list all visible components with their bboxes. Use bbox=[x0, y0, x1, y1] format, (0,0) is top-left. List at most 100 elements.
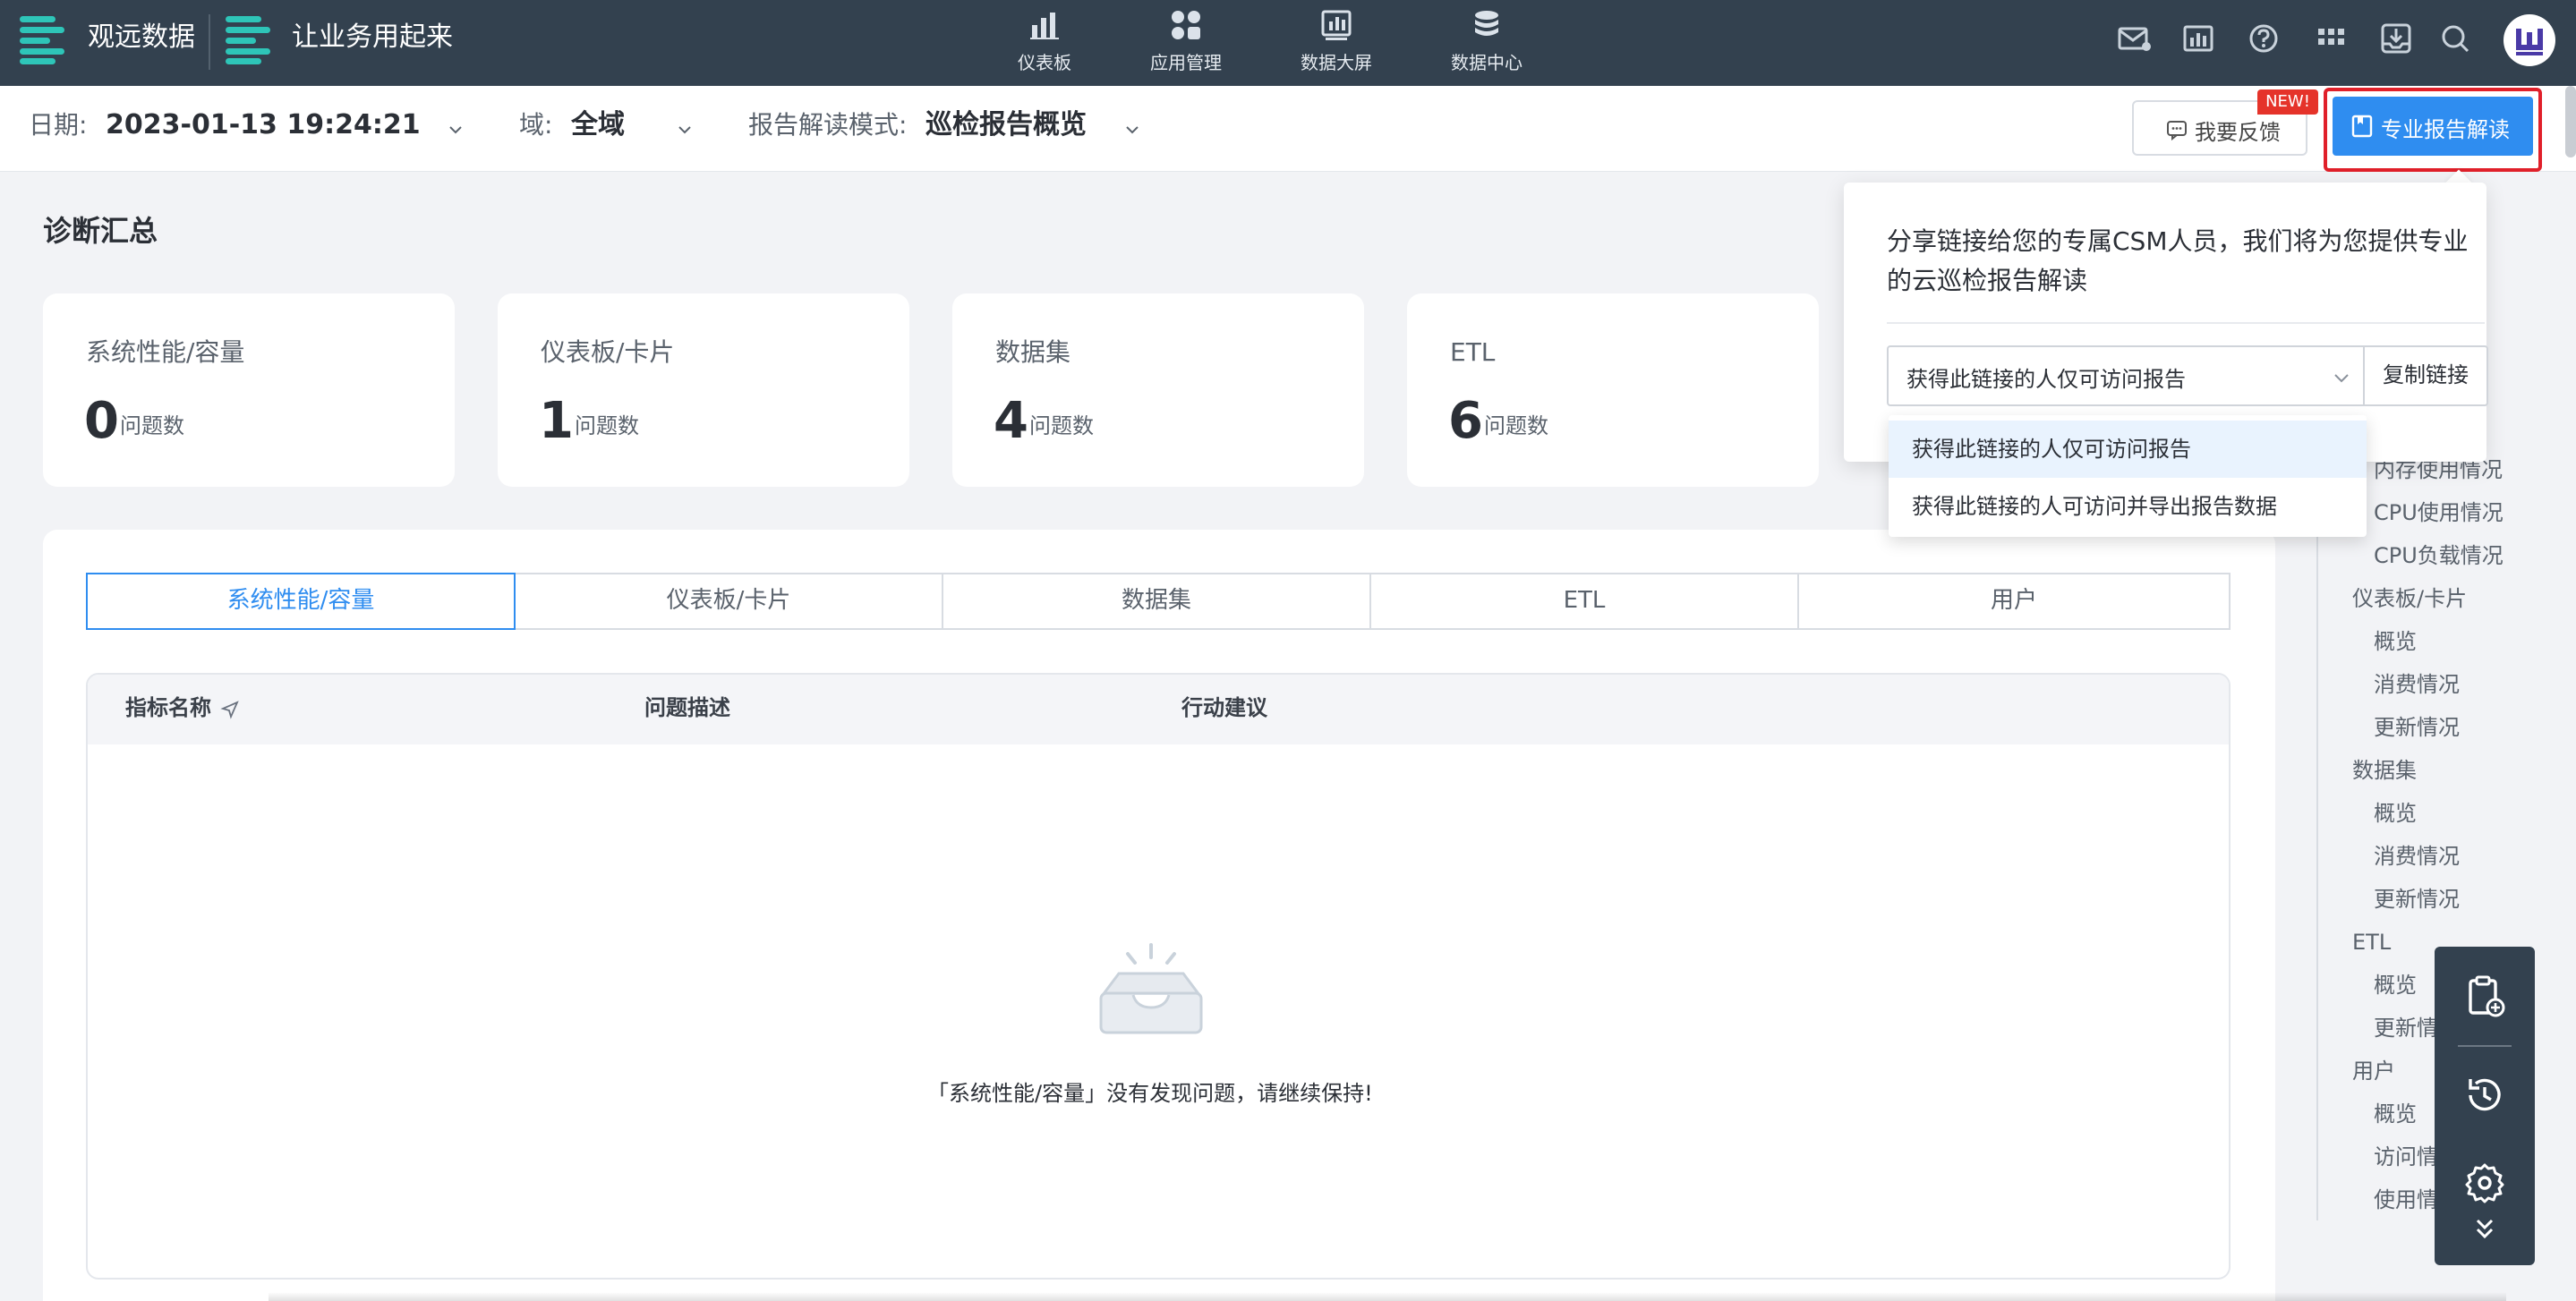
share-permission-value: 获得此链接的人仅可访问报告 bbox=[1906, 367, 2186, 392]
nav-dashboard[interactable]: 仪表板 bbox=[995, 0, 1094, 86]
send-icon[interactable] bbox=[220, 700, 240, 719]
tab-etl[interactable]: ETL bbox=[1369, 573, 1799, 630]
stat-card-unit: 问题数 bbox=[120, 413, 184, 438]
nav-data-screen[interactable]: 数据大屏 bbox=[1287, 0, 1386, 86]
outline-item[interactable]: 消费情况 bbox=[2374, 669, 2460, 700]
outline-item[interactable]: 概览 bbox=[2374, 970, 2417, 1000]
table-header: 指标名称 问题描述 行动建议 bbox=[88, 675, 2229, 744]
outline-item[interactable]: 概览 bbox=[2374, 798, 2417, 829]
pro-report-button[interactable]: 专业报告解读 bbox=[2333, 97, 2533, 156]
brand-name[interactable]: 观远数据 bbox=[88, 20, 195, 55]
nav-app-management-label: 应用管理 bbox=[1150, 52, 1222, 73]
outline-item[interactable]: 更新情况 bbox=[2374, 712, 2460, 743]
outline-item[interactable]: 消费情况 bbox=[2374, 841, 2460, 872]
outline-section[interactable]: 数据集 bbox=[2352, 755, 2417, 786]
brand-logo-icon[interactable] bbox=[20, 16, 64, 64]
col-metric-name: 指标名称 bbox=[125, 695, 211, 720]
stat-card-dashboard[interactable]: 仪表板/卡片 1 问题数 bbox=[498, 293, 909, 487]
stat-card-etl[interactable]: ETL 6 问题数 bbox=[1407, 293, 1819, 487]
empty-state-message: 「系统性能/容量」没有发现问题，请继续保持! bbox=[927, 1081, 1373, 1106]
stat-card-dataset[interactable]: 数据集 4 问题数 bbox=[952, 293, 1364, 487]
nav-app-management[interactable]: 应用管理 bbox=[1137, 0, 1235, 86]
share-description: 分享链接给您的专属CSM人员，我们将为您提供专业的云巡检报告解读 bbox=[1887, 226, 2469, 295]
avatar-logo bbox=[2506, 17, 2553, 64]
stat-card-unit: 问题数 bbox=[1029, 413, 1094, 438]
database-icon bbox=[1475, 11, 1498, 36]
date-chevron-down-icon[interactable] bbox=[448, 122, 464, 138]
share-permission-select[interactable]: 获得此链接的人仅可访问报告 bbox=[1887, 345, 2365, 406]
help-icon[interactable] bbox=[2245, 20, 2282, 57]
book-icon bbox=[2351, 115, 2373, 138]
dropdown-option[interactable]: 获得此链接的人可访问并导出报告数据 bbox=[1889, 478, 2367, 535]
user-avatar[interactable] bbox=[2503, 14, 2555, 66]
search-icon[interactable] bbox=[2436, 20, 2474, 57]
stat-card-count: 1 bbox=[539, 392, 574, 450]
tab-dataset[interactable]: 数据集 bbox=[942, 573, 1371, 630]
outline-item[interactable]: CPU负载情况 bbox=[2374, 540, 2503, 571]
download-tray-icon[interactable] bbox=[2377, 20, 2415, 57]
bottom-shadow bbox=[269, 1292, 2506, 1301]
nav-data-center[interactable]: 数据中心 bbox=[1437, 0, 1536, 86]
domain-value[interactable]: 全域 bbox=[571, 107, 625, 143]
popover-divider bbox=[1887, 322, 2485, 324]
domain-chevron-down-icon[interactable] bbox=[677, 122, 693, 138]
tab-user[interactable]: 用户 bbox=[1797, 573, 2231, 630]
date-value[interactable]: 2023-01-13 19:24:21 bbox=[106, 107, 421, 143]
date-label: 日期: bbox=[29, 110, 88, 140]
stat-card-label: ETL bbox=[1450, 337, 1496, 367]
chat-bubble-icon bbox=[2167, 121, 2187, 140]
outline-item[interactable]: 概览 bbox=[2374, 1099, 2417, 1129]
stat-card-performance[interactable]: 系统性能/容量 0 问题数 bbox=[43, 293, 455, 487]
section-title: 诊断汇总 bbox=[43, 214, 158, 248]
report-icon[interactable] bbox=[2180, 20, 2218, 57]
outline-section[interactable]: ETL bbox=[2352, 927, 2391, 957]
share-permission-dropdown: 获得此链接的人仅可访问报告 获得此链接的人可访问并导出报告数据 bbox=[1889, 415, 2367, 537]
nav-data-center-label: 数据中心 bbox=[1451, 52, 1523, 73]
outline-section[interactable]: 仪表板/卡片 bbox=[2352, 583, 2467, 614]
col-action-advice: 行动建议 bbox=[1181, 695, 1267, 720]
outline-item[interactable]: CPU使用情况 bbox=[2374, 497, 2503, 528]
page-scrollbar[interactable] bbox=[2565, 86, 2576, 157]
stat-card-unit: 问题数 bbox=[575, 413, 639, 438]
chevron-down-icon bbox=[2334, 374, 2349, 383]
nav-data-screen-label: 数据大屏 bbox=[1301, 52, 1372, 73]
tab-performance[interactable]: 系统性能/容量 bbox=[86, 573, 516, 630]
history-icon[interactable] bbox=[2461, 1072, 2508, 1118]
outline-section[interactable]: 用户 bbox=[2352, 1056, 2395, 1086]
stat-card-unit: 问题数 bbox=[1484, 413, 1548, 438]
stat-card-count: 0 bbox=[84, 392, 119, 450]
apps-grid-icon bbox=[1172, 11, 1200, 39]
top-nav: 观远数据 让业务用起来 仪表板 应用管理 数据大屏 数据中心 bbox=[0, 0, 2576, 86]
col-problem-desc: 问题描述 bbox=[644, 695, 730, 720]
apps-icon[interactable] bbox=[2313, 20, 2350, 57]
new-badge: NEW! bbox=[2257, 89, 2318, 115]
domain-label: 域: bbox=[519, 110, 553, 140]
outline-track bbox=[2316, 458, 2318, 1220]
stat-card-label: 数据集 bbox=[995, 337, 1071, 367]
tab-dashboard[interactable]: 仪表板/卡片 bbox=[514, 573, 943, 630]
nav-dashboard-label: 仪表板 bbox=[1018, 52, 1071, 73]
dropdown-option[interactable]: 获得此链接的人仅可访问报告 bbox=[1889, 421, 2367, 478]
settings-icon[interactable] bbox=[2461, 1160, 2508, 1206]
mode-value[interactable]: 巡检报告概览 bbox=[925, 107, 1087, 143]
clipboard-add-icon[interactable] bbox=[2461, 974, 2508, 1020]
outline-item[interactable]: 概览 bbox=[2374, 626, 2417, 657]
brand-divider bbox=[209, 14, 210, 70]
stat-card-label: 系统性能/容量 bbox=[86, 337, 245, 367]
mode-label: 报告解读模式: bbox=[748, 110, 908, 140]
copy-link-button[interactable]: 复制链接 bbox=[2363, 345, 2488, 406]
stat-card-count: 6 bbox=[1448, 392, 1483, 450]
slogan-logo-icon bbox=[226, 16, 270, 64]
floating-toolbar bbox=[2435, 947, 2535, 1265]
mode-chevron-down-icon[interactable] bbox=[1124, 122, 1140, 138]
stat-card-count: 4 bbox=[994, 392, 1028, 450]
feedback-button-label: 我要反馈 bbox=[2195, 120, 2281, 145]
mail-icon[interactable] bbox=[2116, 20, 2154, 57]
stat-card-label: 仪表板/卡片 bbox=[541, 337, 675, 367]
toolbar-divider bbox=[2458, 1045, 2512, 1047]
pro-report-button-label: 专业报告解读 bbox=[2381, 117, 2510, 142]
outline-item[interactable]: 更新情况 bbox=[2374, 884, 2460, 914]
brand-slogan: 让业务用起来 bbox=[292, 21, 453, 53]
collapse-down-icon[interactable] bbox=[2461, 1215, 2508, 1262]
empty-box-icon bbox=[1099, 943, 1203, 1034]
